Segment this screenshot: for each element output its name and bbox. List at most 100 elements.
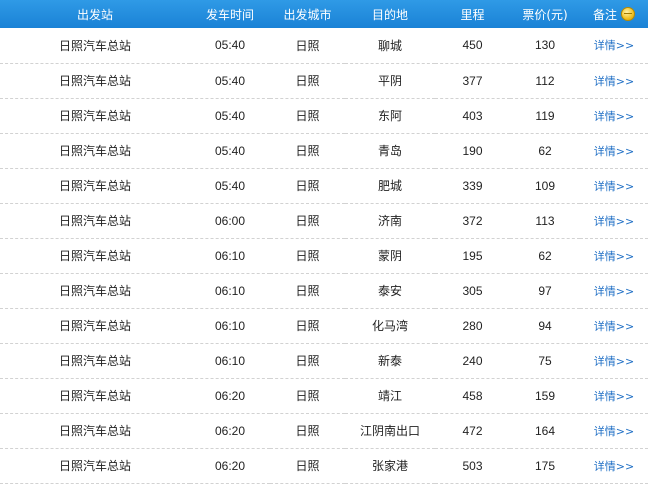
cell-distance: 372 <box>435 203 510 239</box>
cell-station: 日照汽车总站 <box>0 168 190 204</box>
detail-link[interactable]: 详情>> <box>594 75 634 88</box>
cell-city: 日照 <box>270 308 345 344</box>
cell-price: 97 <box>510 273 580 309</box>
cell-station: 日照汽车总站 <box>0 203 190 239</box>
cell-detail: 详情>> <box>580 308 648 344</box>
detail-link[interactable]: 详情>> <box>594 355 634 368</box>
detail-link[interactable]: 详情>> <box>594 250 634 263</box>
col-header-distance: 里程 <box>435 0 510 28</box>
cell-detail: 详情>> <box>580 133 648 169</box>
cell-distance: 403 <box>435 98 510 134</box>
cell-distance: 190 <box>435 133 510 169</box>
cell-destination: 聊城 <box>345 28 435 64</box>
cell-distance: 339 <box>435 168 510 204</box>
cell-station: 日照汽车总站 <box>0 238 190 274</box>
cell-city: 日照 <box>270 98 345 134</box>
cell-detail: 详情>> <box>580 28 648 64</box>
cell-time: 05:40 <box>190 98 270 134</box>
cell-price: 94 <box>510 308 580 344</box>
cell-distance: 458 <box>435 378 510 414</box>
cell-detail: 详情>> <box>580 203 648 239</box>
cell-destination: 青岛 <box>345 133 435 169</box>
cell-price: 164 <box>510 413 580 449</box>
coin-icon <box>621 6 635 21</box>
cell-city: 日照 <box>270 203 345 239</box>
detail-link[interactable]: 详情>> <box>594 39 634 52</box>
cell-city: 日照 <box>270 63 345 99</box>
cell-time: 05:40 <box>190 168 270 204</box>
remark-label: 备注 <box>592 7 617 22</box>
detail-link[interactable]: 详情>> <box>594 425 634 438</box>
detail-link[interactable]: 详情>> <box>594 110 634 123</box>
cell-time: 06:10 <box>190 273 270 309</box>
cell-detail: 详情>> <box>580 98 648 134</box>
cell-price: 113 <box>510 203 580 239</box>
cell-destination: 蒙阴 <box>345 238 435 274</box>
detail-link[interactable]: 详情>> <box>594 460 634 473</box>
cell-destination: 东阿 <box>345 98 435 134</box>
detail-link[interactable]: 详情>> <box>594 145 634 158</box>
cell-station: 日照汽车总站 <box>0 378 190 414</box>
cell-price: 159 <box>510 378 580 414</box>
cell-detail: 详情>> <box>580 238 648 274</box>
cell-station: 日照汽车总站 <box>0 98 190 134</box>
cell-destination: 江阴南出口 <box>345 413 435 449</box>
cell-distance: 503 <box>435 448 510 484</box>
cell-price: 119 <box>510 98 580 134</box>
cell-station: 日照汽车总站 <box>0 273 190 309</box>
cell-detail: 详情>> <box>580 168 648 204</box>
cell-price: 62 <box>510 238 580 274</box>
cell-destination: 靖江 <box>345 378 435 414</box>
table-row: 日照汽车总站 06:20 日照 江阴南出口 472 164 详情>> <box>0 413 648 449</box>
detail-link[interactable]: 详情>> <box>594 285 634 298</box>
cell-detail: 详情>> <box>580 378 648 414</box>
cell-station: 日照汽车总站 <box>0 133 190 169</box>
cell-city: 日照 <box>270 273 345 309</box>
cell-destination: 平阴 <box>345 63 435 99</box>
cell-price: 130 <box>510 28 580 64</box>
cell-city: 日照 <box>270 133 345 169</box>
table-row: 日照汽车总站 06:10 日照 蒙阴 195 62 详情>> <box>0 238 648 274</box>
detail-link[interactable]: 详情>> <box>594 215 634 228</box>
cell-time: 06:10 <box>190 343 270 379</box>
col-header-destination: 目的地 <box>345 0 435 28</box>
cell-detail: 详情>> <box>580 343 648 379</box>
cell-detail: 详情>> <box>580 448 648 484</box>
cell-time: 06:00 <box>190 203 270 239</box>
detail-link[interactable]: 详情>> <box>594 180 634 193</box>
detail-link[interactable]: 详情>> <box>594 320 634 333</box>
cell-distance: 377 <box>435 63 510 99</box>
col-header-city: 出发城市 <box>270 0 345 28</box>
table-row: 日照汽车总站 05:40 日照 东阿 403 119 详情>> <box>0 98 648 134</box>
table-row: 日照汽车总站 06:10 日照 化马湾 280 94 详情>> <box>0 308 648 344</box>
bus-schedule-table: 出发站 发车时间 出发城市 目的地 里程 票价(元) 备注 日照汽车总站 05:4… <box>0 0 648 484</box>
cell-detail: 详情>> <box>580 413 648 449</box>
cell-destination: 济南 <box>345 203 435 239</box>
cell-city: 日照 <box>270 343 345 379</box>
cell-distance: 450 <box>435 28 510 64</box>
cell-time: 06:20 <box>190 413 270 449</box>
cell-price: 75 <box>510 343 580 379</box>
cell-time: 06:20 <box>190 378 270 414</box>
cell-destination: 化马湾 <box>345 308 435 344</box>
cell-city: 日照 <box>270 413 345 449</box>
cell-city: 日照 <box>270 168 345 204</box>
cell-distance: 240 <box>435 343 510 379</box>
cell-time: 06:20 <box>190 448 270 484</box>
table-header-row: 出发站 发车时间 出发城市 目的地 里程 票价(元) 备注 <box>0 0 648 28</box>
col-header-price: 票价(元) <box>510 0 580 28</box>
cell-station: 日照汽车总站 <box>0 63 190 99</box>
cell-distance: 280 <box>435 308 510 344</box>
cell-city: 日照 <box>270 28 345 64</box>
col-header-remark: 备注 <box>580 0 648 28</box>
cell-station: 日照汽车总站 <box>0 448 190 484</box>
table-row: 日照汽车总站 06:20 日照 张家港 503 175 详情>> <box>0 448 648 484</box>
detail-link[interactable]: 详情>> <box>594 390 634 403</box>
cell-distance: 472 <box>435 413 510 449</box>
cell-time: 05:40 <box>190 28 270 64</box>
cell-distance: 305 <box>435 273 510 309</box>
cell-station: 日照汽车总站 <box>0 413 190 449</box>
cell-city: 日照 <box>270 378 345 414</box>
table-row: 日照汽车总站 06:00 日照 济南 372 113 详情>> <box>0 203 648 239</box>
col-header-station: 出发站 <box>0 0 190 28</box>
